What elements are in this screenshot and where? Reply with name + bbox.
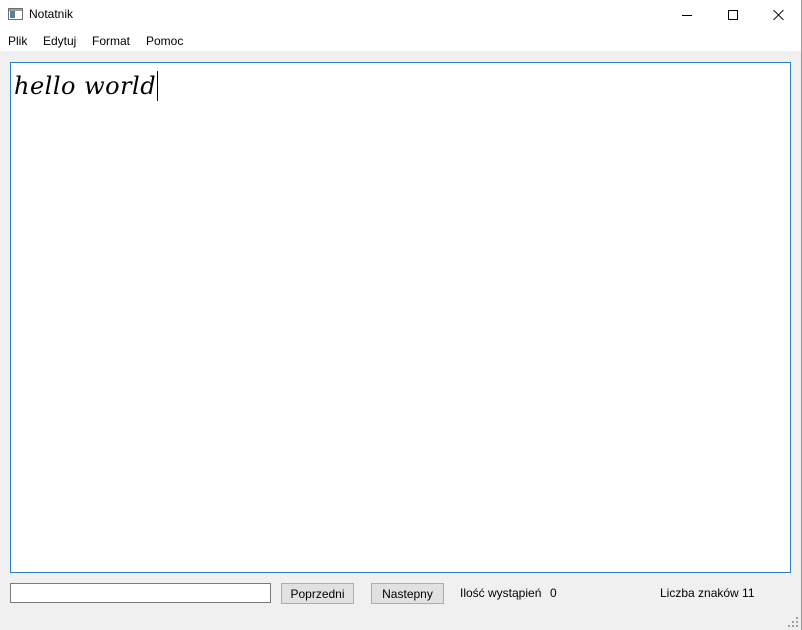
minimize-icon <box>682 14 692 16</box>
window-title: Notatnik <box>29 7 74 21</box>
title-bar[interactable]: Notatnik <box>0 0 801 30</box>
minimize-button[interactable] <box>664 0 710 30</box>
notepad-window: Notatnik Plik Edytuj Format Pomoc hello … <box>0 0 802 630</box>
text-caret <box>157 71 159 101</box>
editor-content: hello world <box>14 72 157 100</box>
close-button[interactable] <box>756 0 802 30</box>
menu-edytuj[interactable]: Edytuj <box>43 34 76 48</box>
previous-button[interactable]: Poprzedni <box>281 583 354 604</box>
app-icon <box>8 8 23 20</box>
close-icon <box>773 9 785 21</box>
resize-grip[interactable] <box>788 617 798 627</box>
menu-pomoc[interactable]: Pomoc <box>146 34 183 48</box>
text-editor[interactable]: hello world <box>10 62 791 573</box>
char-count: Liczba znaków 11 <box>660 586 755 600</box>
next-button[interactable]: Nastepny <box>371 583 444 604</box>
menu-plik[interactable]: Plik <box>8 34 27 48</box>
search-input[interactable] <box>10 583 271 603</box>
menu-bar: Plik Edytuj Format Pomoc <box>0 30 801 51</box>
occurrences-count: 0 <box>550 586 557 600</box>
maximize-button[interactable] <box>710 0 756 30</box>
maximize-icon <box>728 10 738 20</box>
occurrences-label: Ilość wystąpień <box>460 586 542 600</box>
menu-format[interactable]: Format <box>92 34 130 48</box>
editor-content-line: hello world <box>14 71 159 101</box>
